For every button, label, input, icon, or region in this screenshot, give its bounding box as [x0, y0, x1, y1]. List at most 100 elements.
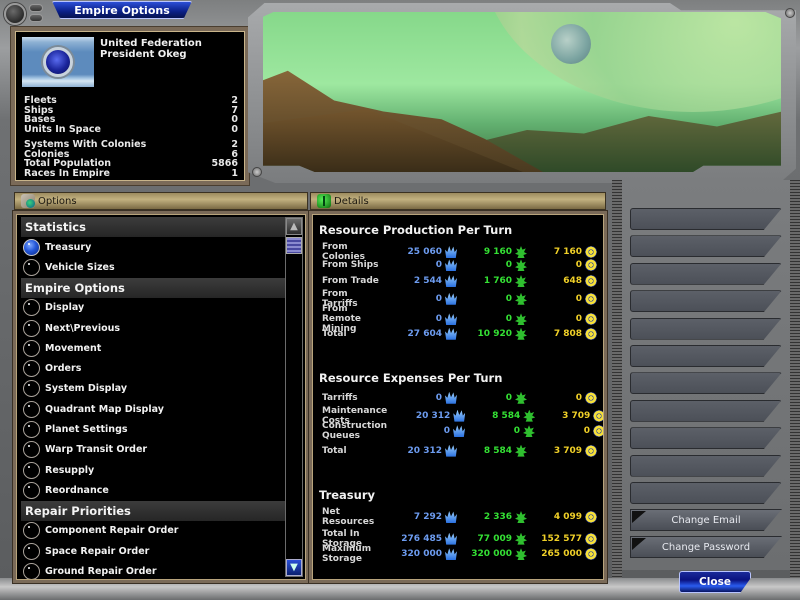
radioactives-amount: 648	[563, 275, 582, 286]
option-label: Component Repair Order	[45, 525, 179, 537]
decorative-rail	[612, 180, 622, 578]
section-statistics: Statistics	[21, 217, 289, 237]
scroll-thumb[interactable]	[286, 237, 302, 254]
radio-icon[interactable]	[23, 258, 40, 276]
resource-row: Total 20 312 8 584 3 709	[319, 443, 597, 459]
radioactives-icon	[593, 409, 603, 422]
radio-icon[interactable]	[23, 542, 40, 560]
radioactives-icon	[585, 259, 597, 272]
resource-row-label: Construction Queues	[322, 421, 388, 442]
radio-icon[interactable]	[23, 360, 40, 378]
radioactives-value: 0	[527, 313, 597, 326]
resource-row: Maximum Storage 320 000 320 000 265 000	[319, 544, 597, 564]
option-label: Treasury	[45, 241, 92, 253]
option-treasury[interactable]: Treasury	[21, 237, 289, 257]
resource-row-label: From Colonies	[322, 242, 366, 262]
stat-row: Units In Space 0	[24, 123, 238, 135]
radio-icon[interactable]	[23, 421, 40, 439]
option-quadrant-map-display[interactable]: Quadrant Map Display	[21, 399, 289, 419]
production-title: Resource Production Per Turn	[319, 223, 513, 237]
radio-selected-icon[interactable]	[23, 238, 40, 256]
radioactives-value: 152 577	[527, 532, 597, 545]
section-empire-options: Empire Options	[21, 277, 289, 298]
organics-value: 0	[457, 313, 527, 326]
radioactives-icon	[585, 246, 597, 258]
scroll-up-arrow-icon[interactable]: ▲	[286, 218, 302, 235]
options-clipboard-icon	[21, 194, 35, 208]
radioactives-value: 0	[527, 391, 597, 404]
minerals-amount: 25 060	[407, 247, 442, 257]
system-menu-button[interactable]	[4, 3, 26, 25]
option-component-repair-order[interactable]: Component Repair Order	[21, 521, 289, 541]
scroll-down-arrow-icon[interactable]: ▼	[286, 559, 302, 576]
minerals-value: 0	[379, 391, 457, 404]
radioactives-icon	[585, 391, 597, 404]
minerals-crystal-icon	[445, 444, 457, 457]
minerals-amount: 20 312	[407, 445, 442, 456]
moon	[551, 24, 591, 64]
organics-icon	[515, 259, 527, 272]
radioactives-value: 648	[527, 274, 597, 287]
radio-icon[interactable]	[23, 562, 40, 579]
empty-slot-button	[630, 482, 782, 504]
option-space-repair-order[interactable]: Space Repair Order	[21, 541, 289, 561]
close-button[interactable]: Close	[679, 571, 751, 593]
minerals-crystal-icon	[445, 292, 457, 305]
empty-slot-button	[630, 372, 782, 395]
organics-icon	[515, 313, 527, 326]
organics-amount: 0	[513, 426, 521, 437]
radio-icon[interactable]	[23, 400, 40, 418]
planet-landscape-image	[263, 12, 781, 172]
restore-button[interactable]	[29, 14, 43, 22]
radio-icon[interactable]	[23, 319, 40, 337]
resource-row: Total In Storage 276 485 77 009 152 577	[319, 529, 597, 549]
option-system-display[interactable]: System Display	[21, 379, 289, 399]
organics-amount: 2 336	[483, 512, 512, 522]
option-next-previous[interactable]: Next\Previous	[21, 318, 289, 338]
expenses-title: Resource Expenses Per Turn	[319, 371, 503, 385]
minerals-crystal-icon	[445, 259, 457, 272]
option-planet-settings[interactable]: Planet Settings	[21, 419, 289, 439]
production-section: Resource Production Per Turn From Coloni…	[319, 223, 597, 342]
organics-value: 1 760	[457, 274, 527, 287]
radio-icon[interactable]	[23, 339, 40, 357]
radio-icon[interactable]	[23, 299, 40, 317]
radio-icon[interactable]	[23, 481, 40, 499]
options-header-label: Options	[38, 195, 77, 207]
option-resupply[interactable]: Resupply	[21, 460, 289, 480]
radioactives-value: 7 808	[527, 327, 597, 340]
details-header: Details	[310, 192, 606, 210]
change-email-button[interactable]: Change Email	[630, 509, 782, 531]
empty-slot-button	[630, 399, 782, 422]
radioactives-amount: 3 709	[553, 445, 582, 456]
minimize-button[interactable]	[29, 4, 43, 12]
minerals-value: 2 544	[379, 274, 457, 287]
option-display[interactable]: Display	[21, 298, 289, 318]
empty-slot-button	[630, 262, 782, 285]
radio-icon[interactable]	[23, 441, 40, 459]
screw-icon	[785, 8, 795, 18]
radio-icon[interactable]	[23, 461, 40, 479]
empire-summary-panel: United Federation President Okeg Fleets 2…	[10, 26, 250, 186]
option-ground-repair-order[interactable]: Ground Repair Order	[21, 561, 289, 579]
minerals-value: 0	[387, 425, 466, 438]
option-warp-transit-order[interactable]: Warp Transit Order	[21, 440, 289, 460]
resource-row-label: From Ships	[322, 260, 379, 271]
option-reordnance[interactable]: Reordnance	[21, 480, 289, 500]
minerals-crystal-icon	[453, 425, 466, 438]
options-scrollbar[interactable]: ▲ ▼	[285, 217, 303, 577]
radio-icon[interactable]	[23, 522, 40, 540]
option-vehicle-sizes[interactable]: Vehicle Sizes	[21, 257, 289, 277]
option-movement[interactable]: Movement	[21, 338, 289, 358]
minerals-amount: 0	[435, 314, 442, 325]
organics-icon	[515, 548, 527, 561]
option-orders[interactable]: Orders	[21, 358, 289, 378]
treasury-title: Treasury	[319, 488, 376, 502]
stat-row: Races In Empire 1	[24, 168, 238, 179]
stat-value: 0	[231, 123, 238, 135]
change-password-button[interactable]: Change Password	[630, 536, 782, 558]
resource-row: From Ships 0 0 0	[319, 258, 597, 274]
empire-identity: United Federation President Okeg	[100, 38, 202, 60]
radio-icon[interactable]	[23, 380, 40, 398]
empty-slot-button	[630, 345, 782, 367]
